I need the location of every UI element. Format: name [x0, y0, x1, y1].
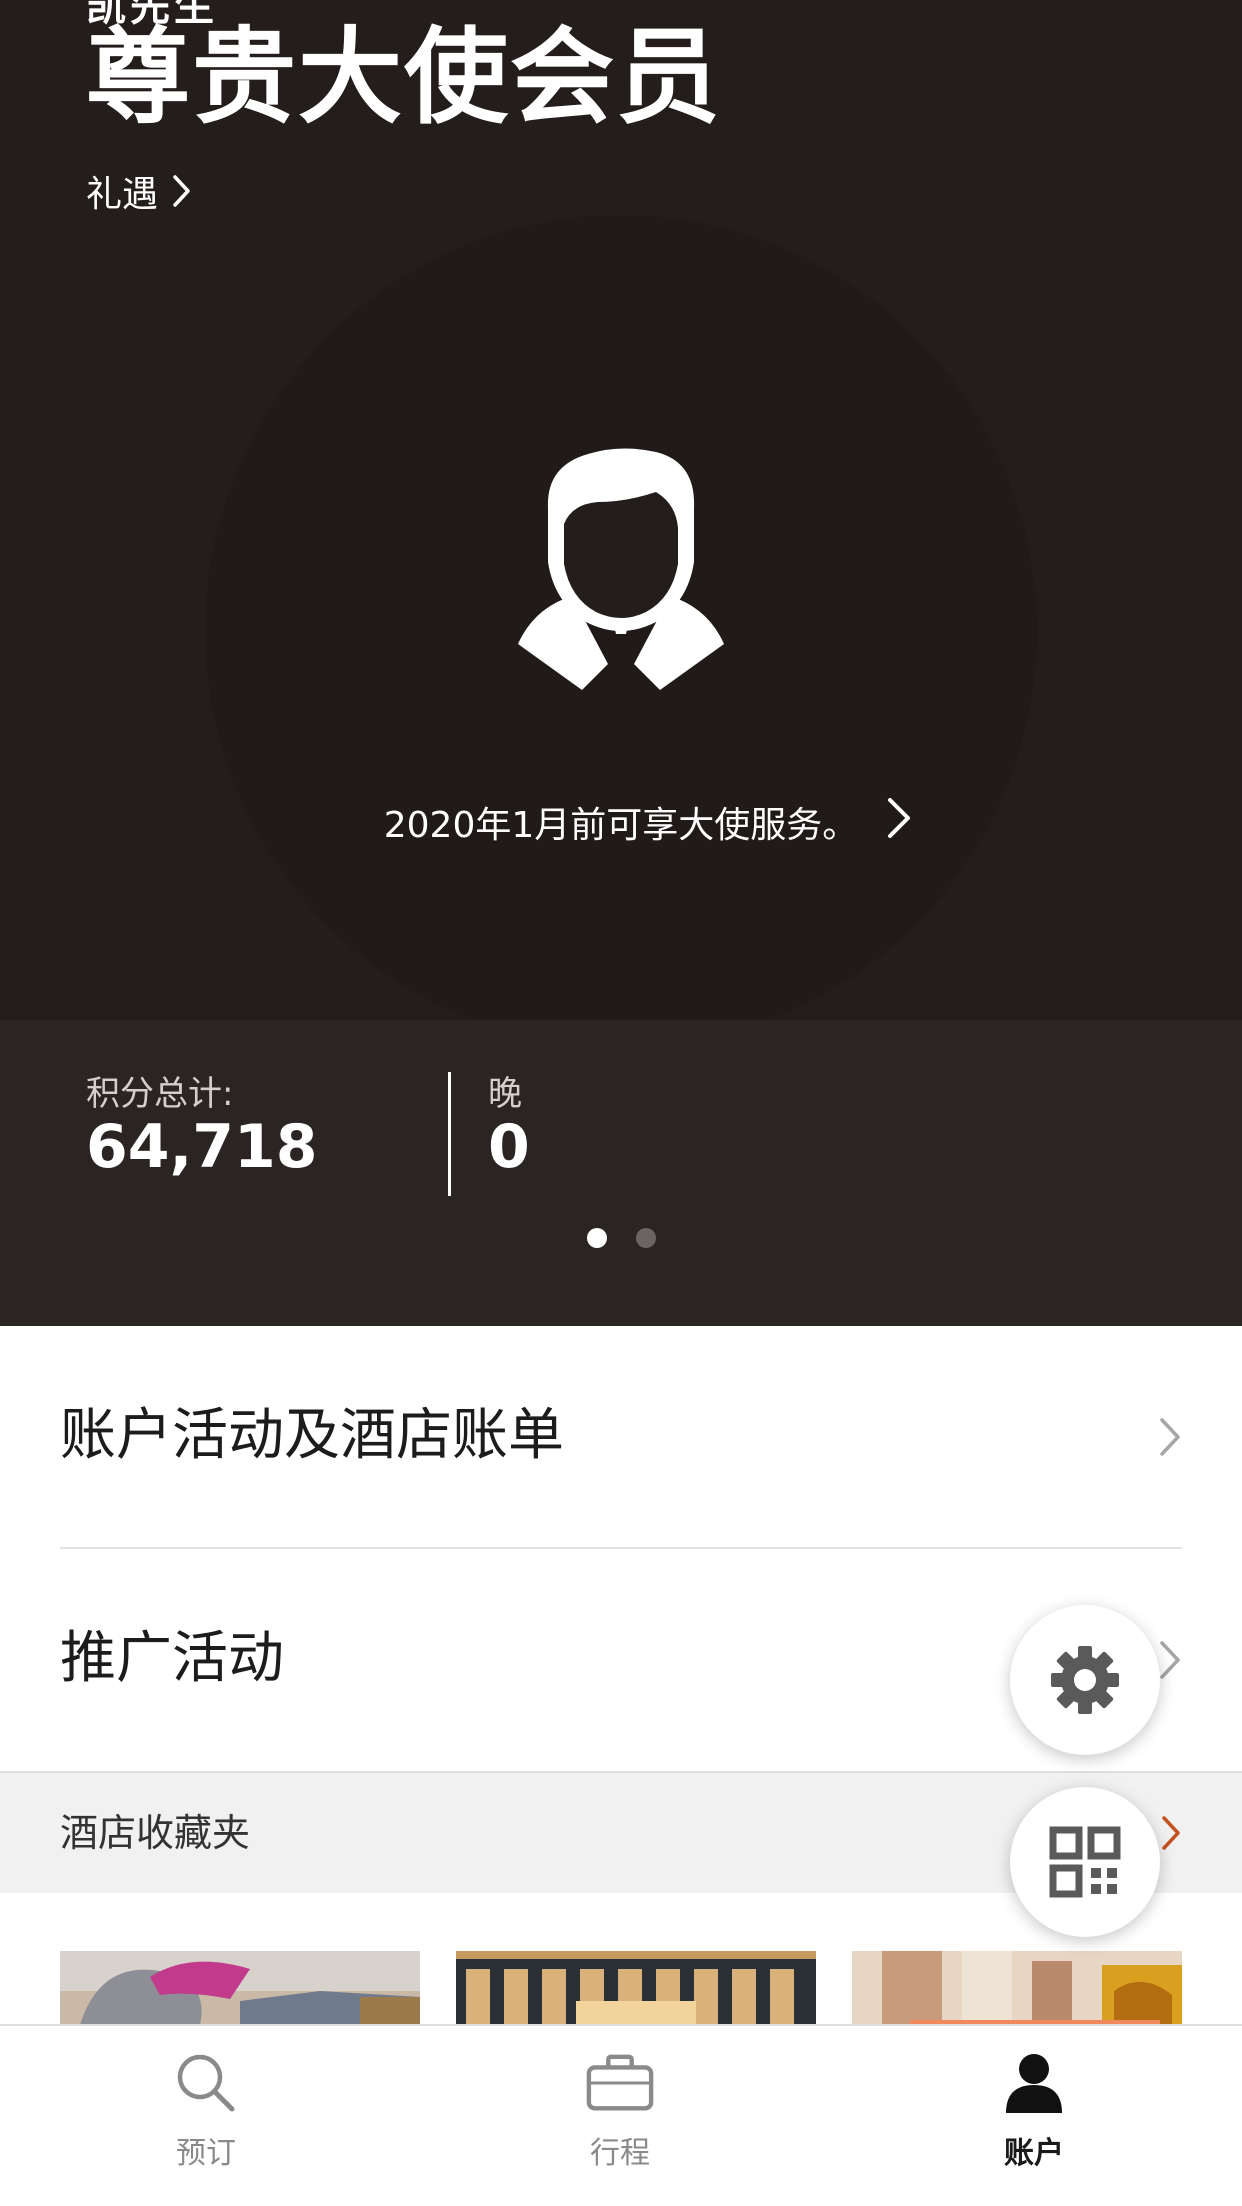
chevron-right-icon [1160, 1418, 1180, 1456]
stat-divider [448, 1072, 451, 1196]
tab-account[interactable]: 账户 [884, 2026, 1184, 2206]
nights-value: 0 [488, 1112, 530, 1182]
settings-button[interactable] [1010, 1605, 1160, 1755]
chevron-right-icon [888, 798, 910, 838]
benefits-link[interactable]: 礼遇 [86, 166, 192, 216]
gear-icon [1051, 1646, 1119, 1714]
stats-panel[interactable]: 积分总计: 64,718 晚 0 [0, 1020, 1242, 1326]
member-hero: 凯先生 尊贵大使会员 礼遇 2020年1月前可享大使服务。 [0, 0, 1242, 1020]
hotel-photo [456, 1951, 816, 2025]
favorite-hotel-thumb-3[interactable] [852, 1951, 1182, 2025]
tab-bar: 预订 行程 账户 [0, 2024, 1242, 2206]
favorite-hotel-thumb-1[interactable] [60, 1951, 420, 2025]
nights-label: 晚 [488, 1074, 522, 1114]
tab-book-label: 预订 [176, 2136, 236, 2171]
tab-trips-label: 行程 [590, 2136, 650, 2171]
hotel-photo [60, 1951, 420, 2025]
tab-account-label: 账户 [1004, 2136, 1064, 2171]
chevron-right-icon [1162, 1816, 1180, 1850]
promotions-label: 推广活动 [60, 1626, 284, 1691]
qr-code-icon [1049, 1826, 1121, 1898]
carousel-dot-1[interactable] [587, 1228, 607, 1248]
hotel-photo [852, 1951, 1182, 2025]
benefits-label: 礼遇 [86, 174, 159, 215]
briefcase-icon [586, 2054, 654, 2111]
favorite-hotel-thumb-2[interactable] [456, 1951, 816, 2025]
search-icon [177, 2054, 235, 2112]
chevron-right-icon [1160, 1641, 1180, 1679]
person-icon [1006, 2054, 1062, 2113]
qr-code-button[interactable] [1010, 1787, 1160, 1937]
account-activity-row[interactable]: 账户活动及酒店账单 [0, 1326, 1242, 1546]
points-label: 积分总计: [86, 1074, 234, 1114]
chevron-right-icon [173, 175, 190, 207]
avatar-icon [518, 448, 724, 690]
tier-title: 尊贵大使会员 [86, 16, 723, 138]
tab-book[interactable]: 预订 [56, 2026, 356, 2206]
points-value: 64,718 [86, 1112, 318, 1182]
account-activity-label: 账户活动及酒店账单 [60, 1403, 564, 1468]
ambassador-text: 2020年1月前可享大使服务。 [383, 805, 859, 846]
tab-trips[interactable]: 行程 [470, 2026, 770, 2206]
favorites-title: 酒店收藏夹 [60, 1811, 251, 1855]
ambassador-row[interactable]: 2020年1月前可享大使服务。 [0, 790, 1242, 850]
carousel-dot-2[interactable] [636, 1228, 656, 1248]
